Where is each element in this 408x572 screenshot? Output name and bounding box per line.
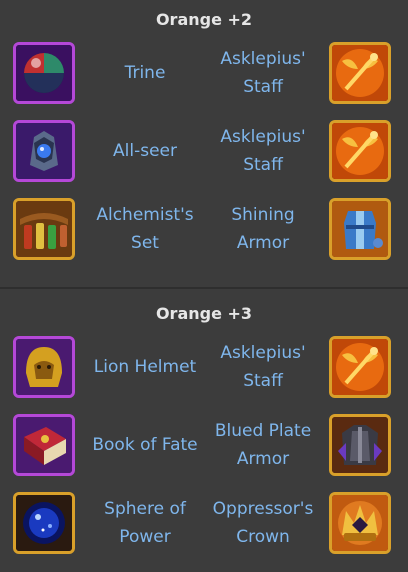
- upgrade-row: Sphere of Power Oppressor's Crown: [0, 492, 408, 562]
- left-item-name: Trine: [124, 63, 166, 83]
- section-orange-2: Orange +2 Trine Asklepius' Staff All-see…: [0, 0, 408, 288]
- upgrade-row: All-seer Asklepius' Staff: [0, 120, 408, 190]
- all-seer-eye-icon[interactable]: [13, 120, 75, 182]
- winged-staff-icon[interactable]: [329, 336, 391, 398]
- upgrade-row: Trine Asklepius' Staff: [0, 42, 408, 112]
- upgrade-row: Alchemist's Set Shining Armor: [0, 198, 408, 268]
- right-item-name: Blued Plate Armor: [214, 421, 312, 469]
- blue-armor-icon[interactable]: [329, 198, 391, 260]
- upgrade-row: Book of Fate Blued Plate Armor: [0, 414, 408, 484]
- lion-helmet-icon[interactable]: [13, 336, 75, 398]
- right-item-name: Asklepius' Staff: [220, 343, 306, 391]
- section-title: Orange +2: [155, 10, 253, 29]
- section-title: Orange +3: [155, 304, 253, 323]
- right-item-name: Shining Armor: [231, 205, 295, 253]
- section-divider: [0, 287, 408, 289]
- upgrade-row: Lion Helmet Asklepius' Staff: [0, 336, 408, 406]
- left-item-name: Book of Fate: [92, 435, 198, 455]
- right-item-name: Asklepius' Staff: [220, 127, 306, 175]
- potion-belt-icon[interactable]: [13, 198, 75, 260]
- crown-icon[interactable]: [329, 492, 391, 554]
- blue-sphere-icon[interactable]: [13, 492, 75, 554]
- winged-staff-icon[interactable]: [329, 120, 391, 182]
- left-item-name: Lion Helmet: [93, 357, 197, 377]
- right-item-name: Asklepius' Staff: [220, 49, 306, 97]
- right-item-name: Oppressor's Crown: [212, 499, 314, 547]
- left-item-name: Alchemist's Set: [96, 205, 194, 253]
- winged-staff-icon[interactable]: [329, 42, 391, 104]
- section-orange-3: Orange +3 Lion Helmet Asklepius' Staff B…: [0, 290, 408, 572]
- left-item-name: All-seer: [113, 141, 177, 161]
- trine-orb-icon[interactable]: [13, 42, 75, 104]
- left-item-name: Sphere of Power: [104, 499, 186, 547]
- dark-plate-armor-icon[interactable]: [329, 414, 391, 476]
- book-icon[interactable]: [13, 414, 75, 476]
